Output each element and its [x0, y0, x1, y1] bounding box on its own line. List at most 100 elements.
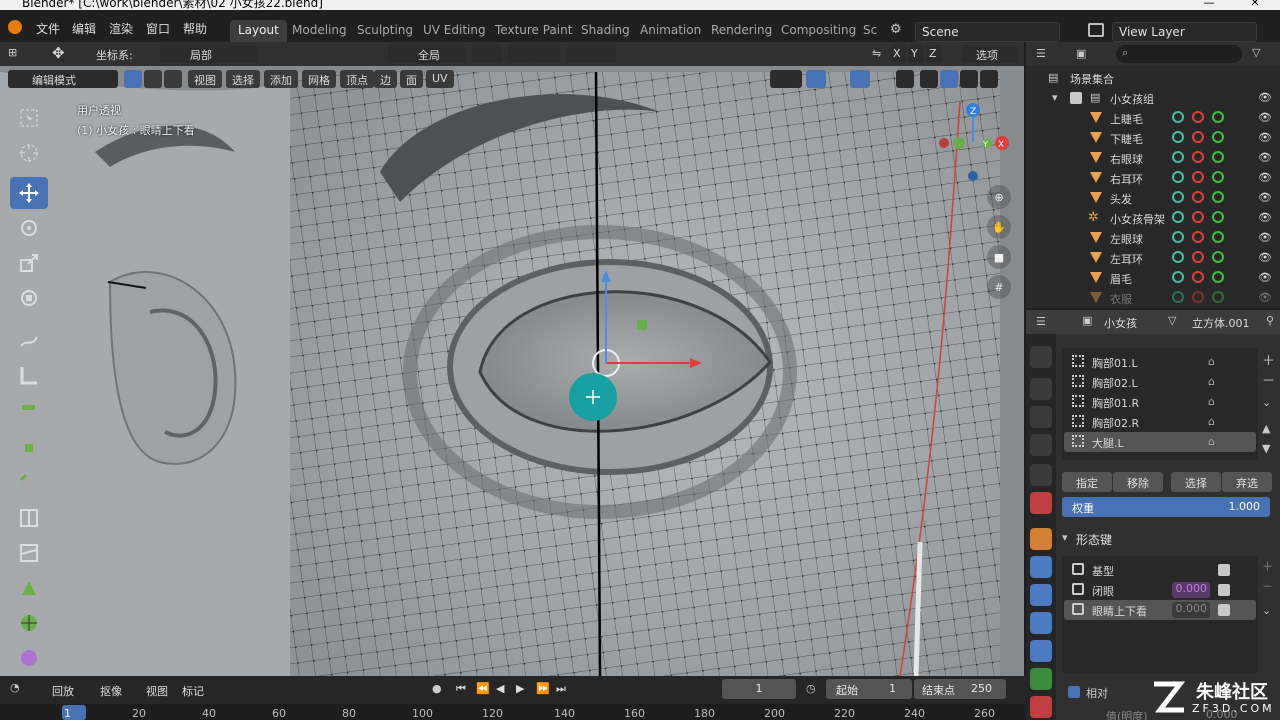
3d-viewport[interactable]: Z X Y ⊞ ✥ 坐标系: 局部 全局 ⇋ X Y Z 选项 编辑模式 视图 …	[0, 42, 1024, 676]
measure-tool[interactable]	[10, 359, 48, 391]
outliner-row[interactable]: 衣服 👁	[1026, 288, 1280, 308]
vertex-group-item[interactable]: 大腿.L ⌂	[1064, 432, 1256, 452]
expand-arrow-icon[interactable]: ▾	[1052, 91, 1058, 104]
modifier-icon[interactable]	[1172, 151, 1184, 163]
particles-tab-icon[interactable]	[1030, 584, 1052, 606]
tab-compositing[interactable]: Compositing	[773, 20, 864, 42]
outliner-row[interactable]: 头发 👁	[1026, 188, 1280, 208]
mesh-data-icon[interactable]	[1212, 111, 1224, 123]
shape-key-item[interactable]: 基型	[1064, 560, 1256, 580]
world-tab-icon[interactable]	[1030, 492, 1052, 514]
eye-icon[interactable]: 👁	[1258, 151, 1272, 165]
mesh-data-icon[interactable]	[1212, 291, 1224, 303]
display-mode-icon[interactable]: ☰	[1036, 47, 1046, 60]
start-frame-field[interactable]: 起始 1	[826, 679, 912, 699]
eye-icon[interactable]: 👁	[1258, 131, 1272, 145]
proportional-edit-button[interactable]	[566, 45, 616, 63]
menu-add[interactable]: 添加	[264, 70, 298, 88]
mode-dropdown[interactable]: 编辑模式	[8, 70, 118, 88]
wrench-icon[interactable]	[1192, 191, 1204, 203]
editor-type-icon[interactable]: ☰	[1036, 315, 1046, 328]
inset-tool[interactable]	[10, 432, 48, 464]
weight-slider[interactable]: 权重 1.000	[1062, 497, 1270, 517]
minimize-button[interactable]: —	[1186, 0, 1232, 10]
tab-rendering[interactable]: Rendering	[703, 20, 780, 42]
face-select-mode[interactable]	[164, 70, 182, 88]
poly-build-tool[interactable]	[10, 572, 48, 604]
menu-mesh[interactable]: 网格	[302, 70, 336, 88]
output-tab-icon[interactable]	[1030, 406, 1052, 428]
knife-tool[interactable]	[10, 537, 48, 569]
lock-icon[interactable]: ⌂	[1208, 375, 1215, 388]
funnel-icon[interactable]: ▽	[1252, 46, 1260, 59]
record-icon[interactable]: ●	[432, 682, 442, 695]
outliner-row[interactable]: ✲ 小女孩骨架 👁	[1026, 208, 1280, 228]
outliner-row[interactable]: 上睫毛 👁	[1026, 108, 1280, 128]
wireframe-shading[interactable]	[920, 70, 938, 88]
modifier-icon[interactable]	[1172, 231, 1184, 243]
modifier-icon[interactable]	[1172, 291, 1184, 303]
vertex-group-item[interactable]: 胸部02.R ⌂	[1064, 412, 1256, 432]
wrench-icon[interactable]	[1192, 271, 1204, 283]
collection-row[interactable]: ▾ ▤ 小女孩组 👁	[1026, 88, 1280, 108]
move-up-button[interactable]: ▲	[1262, 422, 1278, 438]
tab-texture-paint[interactable]: Texture Paint	[487, 20, 580, 42]
menu-playback[interactable]: 回放	[52, 683, 74, 699]
visibility-button[interactable]	[770, 70, 802, 88]
menu-file[interactable]: 文件	[36, 20, 60, 37]
eye-icon[interactable]: 👁	[1258, 271, 1272, 285]
annotate-tool[interactable]	[10, 324, 48, 356]
tab-shading[interactable]: Shading	[573, 20, 638, 42]
outliner-row[interactable]: 眉毛 👁	[1026, 268, 1280, 288]
current-frame-field[interactable]: 1	[722, 679, 796, 699]
menu-window[interactable]: 窗口	[146, 20, 170, 37]
wrench-icon[interactable]	[1192, 251, 1204, 263]
menu-view[interactable]: 视图	[188, 70, 222, 88]
remove-group-button[interactable]: －	[1262, 370, 1278, 389]
filter-icon[interactable]: ▣	[1076, 47, 1086, 60]
add-group-button[interactable]: ＋	[1262, 350, 1278, 369]
modifier-icon[interactable]	[1172, 271, 1184, 283]
mesh-data-icon[interactable]	[1212, 211, 1224, 223]
vertex-group-item[interactable]: 胸部02.L ⌂	[1064, 372, 1256, 392]
group-specials-button[interactable]: ⌄	[1262, 396, 1278, 412]
tab-more[interactable]: Sc	[855, 20, 885, 42]
mirror-z-toggle[interactable]: Z	[926, 45, 942, 63]
tab-sculpting[interactable]: Sculpting	[349, 20, 421, 42]
jump-start-icon[interactable]: ⏮	[456, 682, 466, 696]
transform-orientation-icon[interactable]: ⊞	[8, 46, 17, 59]
bevel-tool[interactable]	[10, 467, 48, 499]
modifier-tab-icon[interactable]	[1030, 556, 1052, 578]
rotate-tool[interactable]	[10, 212, 48, 244]
add-shape-key-button[interactable]: ＋	[1262, 558, 1278, 574]
eye-icon[interactable]: 👁	[1258, 211, 1272, 225]
material-tab-icon[interactable]	[1030, 696, 1052, 718]
mesh-data-icon[interactable]	[1212, 131, 1224, 143]
data-tab-icon[interactable]	[1030, 668, 1052, 690]
snap-pivot-button[interactable]	[472, 45, 502, 63]
menu-vertex[interactable]: 顶点	[340, 70, 374, 88]
jump-end-icon[interactable]: ⏭	[556, 682, 566, 696]
spin-tool[interactable]	[10, 607, 48, 639]
end-frame-field[interactable]: 结束点 250	[914, 679, 1006, 699]
eye-icon[interactable]: 👁	[1258, 91, 1272, 105]
modifier-icon[interactable]	[1172, 131, 1184, 143]
blender-logo-icon[interactable]	[8, 20, 22, 34]
prev-key-icon[interactable]: ⏪	[476, 682, 490, 695]
vertex-group-item[interactable]: 胸部01.L ⌂	[1064, 352, 1256, 372]
clock-icon[interactable]: ◷	[806, 682, 816, 695]
mesh-name[interactable]: 立方体.001	[1192, 315, 1250, 331]
modifier-icon[interactable]	[1172, 211, 1184, 223]
options-dropdown[interactable]: 选项	[962, 45, 1018, 63]
mesh-data-icon[interactable]	[1212, 271, 1224, 283]
tab-uv-editing[interactable]: UV Editing	[415, 20, 494, 42]
shape-key-specials-button[interactable]: ⌄	[1262, 604, 1278, 620]
vertex-select-mode[interactable]	[124, 70, 142, 88]
menu-edge[interactable]: 边	[374, 70, 397, 88]
shape-key-item[interactable]: 闭眼 0.000	[1064, 580, 1256, 600]
constraints-tab-icon[interactable]	[1030, 640, 1052, 662]
scene-collection-row[interactable]: ▤ 场景集合	[1026, 68, 1280, 88]
scene-tab-icon[interactable]	[1030, 464, 1052, 486]
eye-icon[interactable]: 👁	[1258, 251, 1272, 265]
gizmo-toggle[interactable]	[806, 70, 826, 88]
